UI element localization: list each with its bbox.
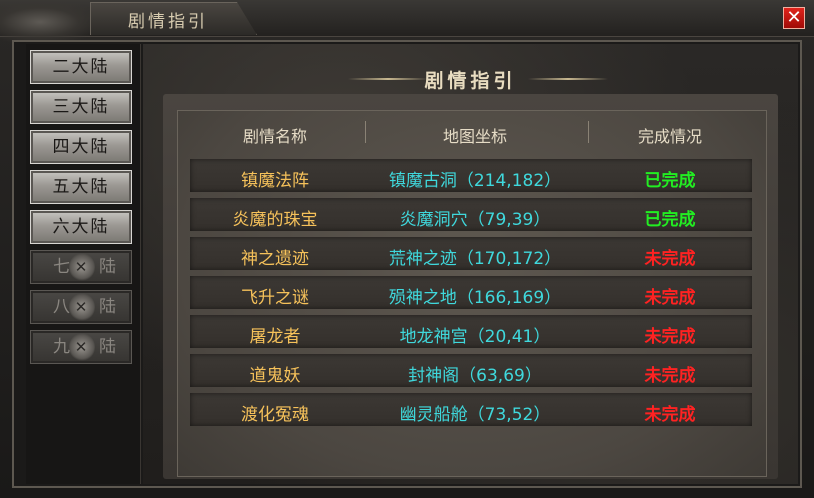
table-row[interactable]: 神之遗迹 荒神之迹（170,172） 未完成 xyxy=(190,237,752,270)
story-guide-window: 剧情指引 ✕ 二大陆 三大陆 四大陆 五大陆 六大陆 七 ✕ 陆 八 ✕ 陆 九… xyxy=(0,0,814,498)
quest-name: 道鬼妖 xyxy=(249,366,301,386)
sidebar-item-continent-4[interactable]: 四大陆 xyxy=(30,130,132,164)
table-row[interactable]: 炎魔的珠宝 炎魔洞穴（79,39） 已完成 xyxy=(190,198,752,231)
table-row[interactable]: 飞升之谜 殒神之地（166,169） 未完成 xyxy=(190,276,752,309)
quest-name: 渡化冤魂 xyxy=(241,405,309,425)
lock-emblem-icon: ✕ xyxy=(69,333,95,361)
quest-name: 飞升之谜 xyxy=(241,288,309,308)
column-header-quest-name: 剧情名称 xyxy=(242,127,307,146)
map-coords[interactable]: 地龙神宫（20,41） xyxy=(365,322,585,347)
quest-name: 炎魔的珠宝 xyxy=(232,210,318,230)
sidebar-item-continent-3[interactable]: 三大陆 xyxy=(30,90,132,124)
table-row[interactable]: 渡化冤魂 幽灵船舱（73,52） 未完成 xyxy=(190,393,752,426)
quest-name: 镇魔法阵 xyxy=(241,171,309,191)
status-badge: 未完成 xyxy=(644,288,696,308)
window-title: 剧情指引 xyxy=(128,12,208,32)
status-badge: 已完成 xyxy=(644,210,696,230)
sidebar-item-label-suffix: 陆 xyxy=(99,337,118,357)
sidebar-item-continent-6[interactable]: 六大陆 xyxy=(30,210,132,244)
map-coords[interactable]: 镇魔古洞（214,182） xyxy=(365,166,585,191)
status-badge: 未完成 xyxy=(644,327,696,347)
table-row[interactable]: 镇魔法阵 镇魔古洞（214,182） 已完成 xyxy=(190,159,752,192)
map-coords[interactable]: 荒神之迹（170,172） xyxy=(365,244,585,269)
panel-title: 剧情指引 xyxy=(424,70,517,92)
header-ornament-right xyxy=(528,78,608,80)
table-row[interactable]: 道鬼妖 封神阁（63,69） 未完成 xyxy=(190,354,752,387)
dragon-emblem-icon xyxy=(0,0,100,44)
story-guide-panel: 剧情指引 剧情名称 地图坐标 完成情况 镇魔法阵 镇魔古洞（214,182） 已… xyxy=(143,44,798,484)
column-header-status: 完成情况 xyxy=(637,127,702,146)
sidebar-item-continent-8-locked[interactable]: 八 ✕ 陆 xyxy=(30,290,132,324)
close-button[interactable]: ✕ xyxy=(783,7,805,29)
map-coords[interactable]: 幽灵船舱（73,52） xyxy=(365,400,585,425)
lock-emblem-icon: ✕ xyxy=(69,253,95,281)
status-badge: 未完成 xyxy=(644,249,696,269)
quest-name: 屠龙者 xyxy=(249,327,301,347)
quest-table: 剧情名称 地图坐标 完成情况 镇魔法阵 镇魔古洞（214,182） 已完成 炎魔… xyxy=(177,110,767,477)
status-badge: 未完成 xyxy=(644,405,696,425)
sidebar-item-continent-2[interactable]: 二大陆 xyxy=(30,50,132,84)
sidebar-item-continent-9-locked[interactable]: 九 ✕ 陆 xyxy=(30,330,132,364)
lock-emblem-icon: ✕ xyxy=(69,293,95,321)
status-badge: 已完成 xyxy=(644,171,696,191)
column-header-map-coords: 地图坐标 xyxy=(442,127,507,146)
status-badge: 未完成 xyxy=(644,366,696,386)
quest-name: 神之遗迹 xyxy=(241,249,309,269)
map-coords[interactable]: 炎魔洞穴（79,39） xyxy=(365,205,585,230)
map-coords[interactable]: 殒神之地（166,169） xyxy=(365,283,585,308)
title-bar[interactable]: 剧情指引 ✕ xyxy=(0,0,814,44)
sidebar-item-continent-5[interactable]: 五大陆 xyxy=(30,170,132,204)
table-row[interactable]: 屠龙者 地龙神宫（20,41） 未完成 xyxy=(190,315,752,348)
continent-sidebar: 二大陆 三大陆 四大陆 五大陆 六大陆 七 ✕ 陆 八 ✕ 陆 九 ✕ 陆 xyxy=(26,44,141,484)
sidebar-item-continent-7-locked[interactable]: 七 ✕ 陆 xyxy=(30,250,132,284)
sidebar-item-label-suffix: 陆 xyxy=(99,297,118,317)
column-divider xyxy=(588,121,589,143)
table-header: 剧情名称 地图坐标 完成情况 xyxy=(178,111,766,153)
map-coords[interactable]: 封神阁（63,69） xyxy=(365,361,585,386)
sidebar-item-label-suffix: 陆 xyxy=(99,257,118,277)
